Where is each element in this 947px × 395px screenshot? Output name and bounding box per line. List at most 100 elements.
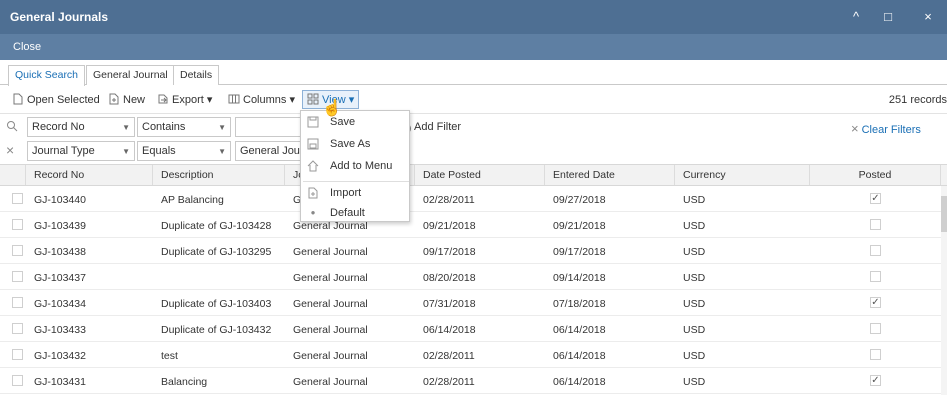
menu-item-default[interactable]: ● Default	[301, 204, 409, 224]
cell-date-posted: 09/21/2018	[423, 220, 476, 232]
tab-strip: Quick Search General Journal Details	[0, 60, 947, 86]
column-header-record-no[interactable]: Record No	[26, 165, 153, 185]
document-icon	[13, 93, 23, 105]
cell-journal-type: General Journal	[293, 324, 368, 336]
column-header-entered-date[interactable]: Entered Date	[545, 165, 675, 185]
column-header-currency[interactable]: Currency	[675, 165, 810, 185]
filter-operator-select[interactable]: Contains ▼	[137, 117, 231, 137]
import-icon	[307, 187, 319, 199]
row-select-checkbox[interactable]	[12, 375, 23, 386]
cell-journal-type: General Journal	[293, 246, 368, 258]
cell-currency: USD	[683, 272, 706, 284]
cell-description: Duplicate of GJ-103403	[161, 298, 272, 310]
cell-record-no: GJ-103437	[34, 272, 86, 284]
export-label: Export ▾	[172, 94, 213, 106]
cell-currency: USD	[683, 376, 706, 388]
row-select-checkbox[interactable]	[12, 323, 23, 334]
cell-entered-date: 09/21/2018	[553, 220, 606, 232]
close-button[interactable]: Close	[13, 41, 41, 53]
cell-entered-date: 07/18/2018	[553, 298, 606, 310]
cell-description: AP Balancing	[161, 194, 224, 206]
menu-item-import[interactable]: Import	[301, 184, 409, 204]
filter-field-select[interactable]: Journal Type ▼	[27, 141, 135, 161]
maximize-button[interactable]: □	[879, 8, 897, 26]
table-row[interactable]: GJ-103438 Duplicate of GJ-103295 General J…	[0, 238, 947, 264]
filter-field-select[interactable]: Record No ▼	[27, 117, 135, 137]
column-header-posted[interactable]: Posted	[810, 165, 941, 185]
menu-item-add-to-menu[interactable]: Add to Menu	[301, 157, 409, 177]
export-button[interactable]: Export ▾	[157, 93, 212, 106]
grid-body: GJ-103440 AP Balancing G 02/28/2011 09/27/20…	[0, 186, 947, 395]
remove-filter-icon[interactable]: ×	[6, 143, 18, 157]
row-select-checkbox[interactable]	[12, 349, 23, 360]
menu-item-save-as[interactable]: Save As	[301, 135, 409, 155]
add-filter-label: Add Filter	[414, 121, 462, 133]
search-icon	[6, 120, 18, 132]
select-all-column[interactable]	[0, 165, 26, 185]
table-row[interactable]: GJ-103433 Duplicate of GJ-103432 General J…	[0, 316, 947, 342]
chevron-down-icon: ▼	[122, 123, 130, 132]
tab-quick-search[interactable]: Quick Search	[8, 65, 86, 86]
table-row[interactable]: GJ-103437 General Journal 08/20/2018 09/14/…	[0, 264, 947, 290]
cell-description: Duplicate of GJ-103432	[161, 324, 272, 336]
menu-item-label: Add to Menu	[330, 160, 393, 172]
filter-row-2: × Journal Type ▼ Equals ▼ General Jour	[0, 139, 947, 163]
tab-general-journal[interactable]: General Journal	[86, 65, 175, 85]
filter-row-1: Record No▼ Contains▼ +Add Filter ×Clear …	[0, 115, 947, 139]
window-title: General Journals	[10, 10, 109, 24]
menu-separator	[303, 181, 409, 182]
close-window-button[interactable]: ×	[919, 8, 937, 26]
table-row[interactable]: GJ-103431 Balancing General Journal 02/28/2…	[0, 368, 947, 394]
menu-item-label: Import	[330, 187, 362, 199]
posted-checkbox	[870, 323, 881, 334]
record-count: 251 records	[888, 94, 947, 106]
tab-details[interactable]: Details	[173, 65, 220, 85]
columns-button[interactable]: Columns ▾	[228, 93, 295, 106]
cell-description	[153, 264, 285, 290]
cell-description: test	[161, 350, 178, 362]
row-select-checkbox[interactable]	[12, 297, 23, 308]
row-select-checkbox[interactable]	[12, 271, 23, 282]
column-header-description[interactable]: Description	[153, 165, 285, 185]
cell-entered-date: 09/27/2018	[553, 194, 606, 206]
cell-date-posted: 06/14/2018	[423, 324, 476, 336]
posted-checkbox: ✓	[870, 375, 881, 386]
cell-currency: USD	[683, 298, 706, 310]
cell-currency: USD	[683, 246, 706, 258]
minimize-button[interactable]: ^	[847, 8, 865, 26]
posted-checkbox: ✓	[870, 297, 881, 308]
scrollbar-thumb[interactable]	[941, 196, 947, 232]
cell-description: Duplicate of GJ-103295	[161, 246, 272, 258]
open-selected-button[interactable]: Open Selected	[12, 93, 100, 106]
row-select-checkbox[interactable]	[12, 193, 23, 204]
cell-date-posted: 02/28/2011	[423, 350, 475, 362]
filter-operator-select[interactable]: Equals ▼	[137, 141, 231, 161]
column-header-date-posted[interactable]: Date Posted	[415, 165, 545, 185]
chevron-down-icon: ▼	[122, 147, 130, 156]
menu-item-label: Save As	[330, 138, 371, 150]
table-row[interactable]: GJ-103440 AP Balancing G 02/28/2011 09/27/20…	[0, 186, 947, 212]
filter-value-input[interactable]: General Jour	[235, 141, 301, 161]
dot-icon: ●	[310, 208, 316, 217]
row-select-checkbox[interactable]	[12, 245, 23, 256]
cell-record-no: GJ-103432	[34, 350, 86, 362]
new-button[interactable]: New	[108, 93, 145, 106]
filter-value-input[interactable]	[235, 117, 301, 137]
cell-record-no: GJ-103439	[34, 220, 86, 232]
table-row[interactable]: GJ-103432 test General Journal 02/28/2011 06…	[0, 342, 947, 368]
columns-label: Columns ▾	[243, 94, 295, 106]
action-bar: Close	[0, 34, 947, 60]
clear-filters-button[interactable]: × Clear Filters	[851, 121, 921, 136]
filter-operator-value: Contains	[142, 121, 186, 133]
grid-header: Record No Description Jo Date Posted Ent…	[0, 164, 947, 186]
cell-journal-type: General Journal	[293, 376, 368, 388]
table-row[interactable]: GJ-103439 Duplicate of GJ-103428 General J…	[0, 212, 947, 238]
save-icon	[307, 116, 319, 128]
home-icon	[307, 160, 319, 172]
table-row[interactable]: GJ-103434 Duplicate of GJ-103403 General J…	[0, 290, 947, 316]
row-select-checkbox[interactable]	[12, 219, 23, 230]
cell-date-posted: 07/31/2018	[423, 298, 476, 310]
menu-item-save[interactable]: Save	[301, 113, 409, 133]
columns-icon	[228, 94, 240, 104]
cell-entered-date: 06/14/2018	[553, 350, 606, 362]
